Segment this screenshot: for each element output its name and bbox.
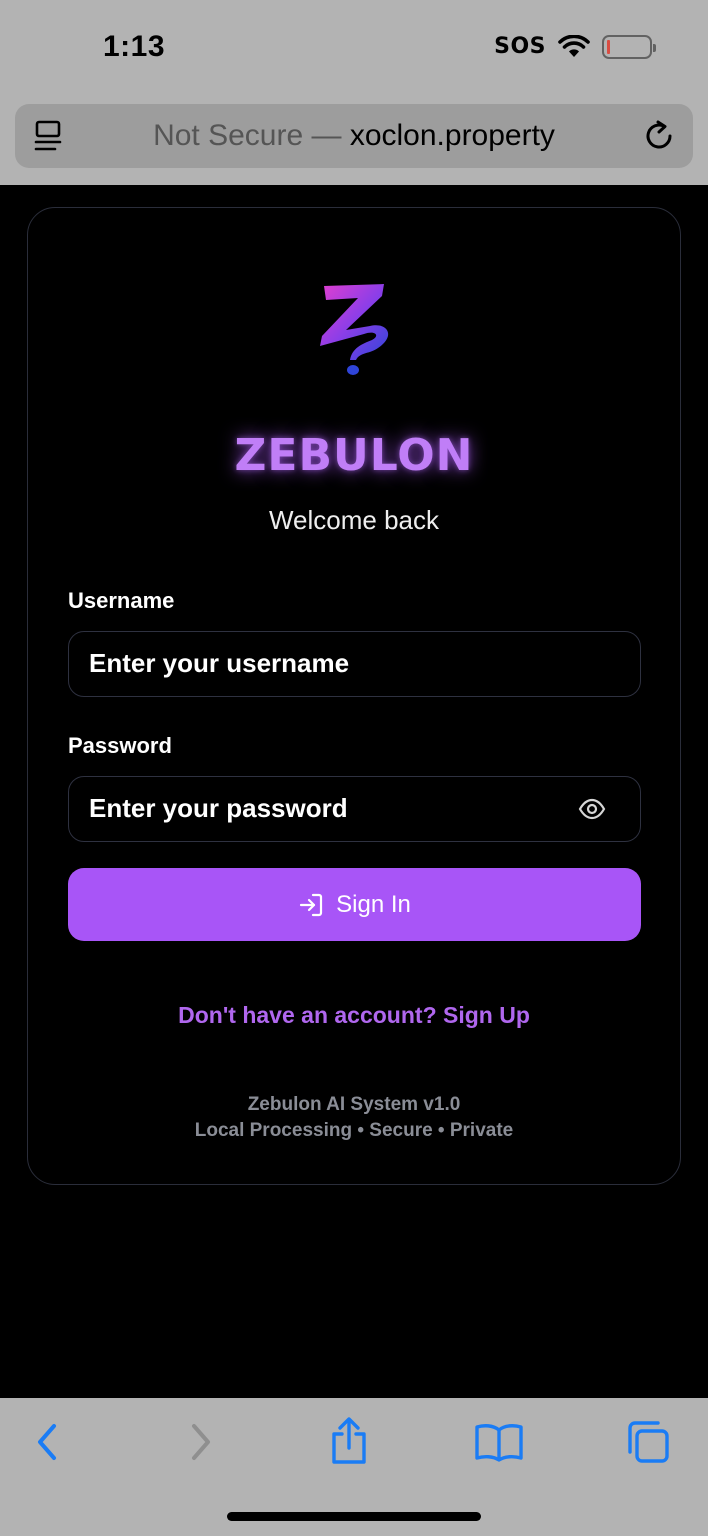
password-input[interactable]: [89, 777, 559, 840]
tabs-icon[interactable]: [624, 1418, 672, 1466]
logo-icon: [320, 284, 389, 375]
sos-indicator: SOS: [494, 34, 546, 59]
login-card: ZEBULON Welcome back Username Password S…: [27, 207, 681, 1185]
username-field[interactable]: [68, 631, 641, 697]
reload-icon[interactable]: [643, 118, 677, 154]
url-text[interactable]: Not Secure — xoclon.property: [15, 119, 693, 153]
home-indicator: [227, 1512, 481, 1521]
url-bar[interactable]: Not Secure — xoclon.property: [15, 104, 693, 168]
status-time: 1:13: [103, 30, 166, 63]
sign-up-link[interactable]: Don't have an account? Sign Up: [28, 1002, 680, 1029]
bookmarks-icon[interactable]: [474, 1422, 524, 1462]
footer-tagline: Local Processing • Secure • Private: [194, 1120, 514, 1141]
browser-top-chrome: 1:13 SOS Not Secure — xoclon.property: [0, 0, 708, 185]
sign-in-icon: [300, 893, 323, 916]
wifi-icon: [558, 34, 590, 57]
footer-version: Zebulon AI System v1.0: [247, 1094, 461, 1115]
brand-title: ZEBULON: [234, 430, 474, 481]
security-label: Not Secure —: [153, 119, 342, 152]
password-label: Password: [68, 733, 172, 758]
status-icons: SOS: [494, 34, 656, 59]
share-icon[interactable]: [328, 1416, 370, 1466]
url-domain: xoclon.property: [349, 119, 555, 152]
sign-in-label: Sign In: [336, 890, 411, 918]
welcome-text: Welcome back: [268, 505, 440, 535]
username-input[interactable]: [89, 632, 559, 695]
username-label: Username: [68, 588, 175, 613]
eye-icon[interactable]: [578, 797, 606, 821]
battery-icon: [602, 34, 656, 59]
password-field[interactable]: [68, 776, 641, 842]
forward-icon[interactable]: [184, 1420, 218, 1464]
browser-toolbar: [0, 1398, 708, 1536]
back-icon[interactable]: [30, 1420, 64, 1464]
sign-in-button[interactable]: Sign In: [68, 868, 641, 941]
